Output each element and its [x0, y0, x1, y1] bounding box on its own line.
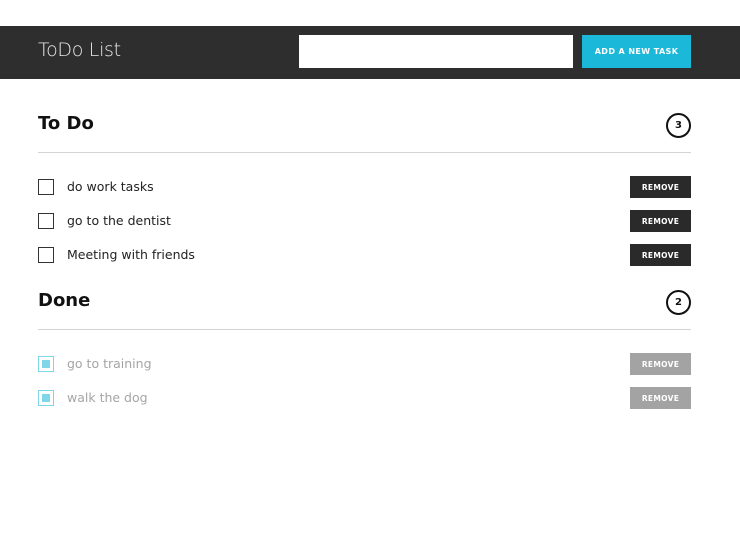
checkbox-icon[interactable]: [38, 247, 54, 263]
remove-button[interactable]: REMOVE: [630, 387, 691, 409]
task-text: go to training: [67, 356, 152, 371]
todo-count-badge: 3: [666, 113, 691, 138]
remove-button[interactable]: REMOVE: [630, 210, 691, 232]
todo-list: do work tasks REMOVE go to the dentist R…: [38, 175, 691, 277]
done-task-item: walk the dog REMOVE: [38, 386, 691, 420]
remove-button[interactable]: REMOVE: [630, 244, 691, 266]
checkbox-icon[interactable]: [38, 179, 54, 195]
task-text: Meeting with friends: [67, 247, 195, 262]
done-section: Done 2 go to training REMOVE walk the do…: [38, 287, 691, 409]
checkbox-icon[interactable]: [38, 213, 54, 229]
remove-button[interactable]: REMOVE: [630, 353, 691, 375]
task-item: go to the dentist REMOVE: [38, 209, 691, 243]
checkbox-checked-icon[interactable]: [38, 390, 54, 406]
todo-section: To Do 3 do work tasks REMOVE go to the d…: [38, 110, 691, 266]
todo-divider: [38, 152, 691, 153]
done-list: go to training REMOVE walk the dog REMOV…: [38, 352, 691, 420]
add-task-button[interactable]: ADD A NEW TASK: [582, 35, 691, 68]
checkbox-checked-icon[interactable]: [38, 356, 54, 372]
new-task-input[interactable]: [299, 35, 573, 68]
task-text: walk the dog: [67, 390, 148, 405]
header-bar: ToDo List ADD A NEW TASK: [0, 26, 740, 79]
todo-app: ToDo List ADD A NEW TASK To Do 3 do work…: [0, 0, 740, 556]
task-item: do work tasks REMOVE: [38, 175, 691, 209]
done-task-item: go to training REMOVE: [38, 352, 691, 386]
done-section-header: Done 2: [38, 287, 691, 317]
task-text: go to the dentist: [67, 213, 171, 228]
remove-button[interactable]: REMOVE: [630, 176, 691, 198]
check-fill: [41, 359, 50, 368]
todo-section-title: To Do: [38, 113, 94, 134]
done-section-title: Done: [38, 290, 91, 311]
task-text: do work tasks: [67, 179, 154, 194]
todo-section-header: To Do 3: [38, 110, 691, 140]
check-fill: [41, 393, 50, 402]
task-item: Meeting with friends REMOVE: [38, 243, 691, 277]
done-divider: [38, 329, 691, 330]
done-count-badge: 2: [666, 290, 691, 315]
app-title: ToDo List: [38, 39, 121, 61]
